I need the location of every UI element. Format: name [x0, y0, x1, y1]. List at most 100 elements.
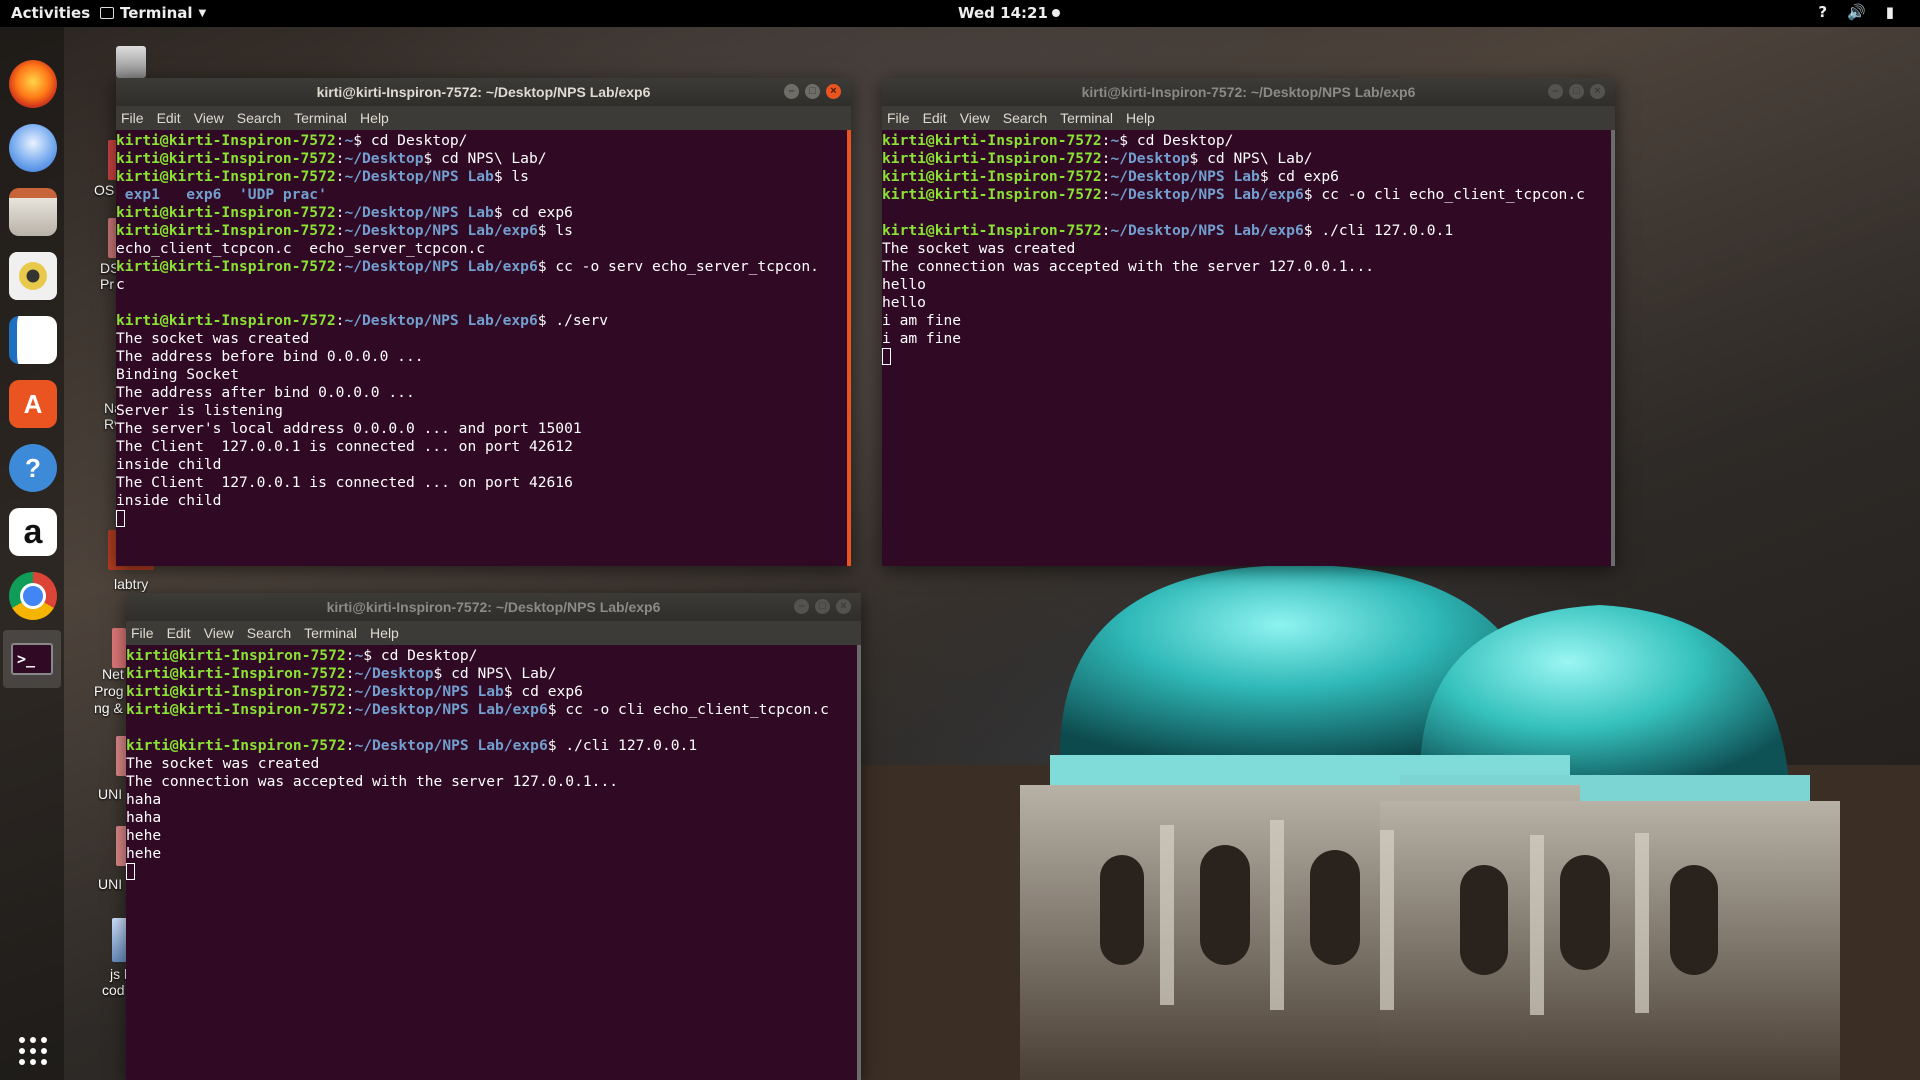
desktop-label-cod[interactable]: cod: [102, 982, 125, 998]
maximize-button[interactable]: □: [805, 84, 820, 99]
menu-edit[interactable]: Edit: [157, 110, 181, 126]
output-text: The connection was accepted with the ser…: [126, 773, 619, 790]
terminal-window-server[interactable]: kirti@kirti-Inspiron-7572: ~/Desktop/NPS…: [116, 78, 851, 566]
battery-icon[interactable]: ▮: [1886, 3, 1894, 21]
menu-edit[interactable]: Edit: [167, 625, 191, 641]
terminal-line: The address before bind 0.0.0.0 ...: [116, 348, 846, 366]
desktop-label-uni2[interactable]: UNI: [98, 876, 122, 892]
system-tray[interactable]: ? 🔊 ▮: [1818, 3, 1894, 21]
desktop-label-labtry[interactable]: labtry: [114, 576, 148, 592]
desktop-label-pr[interactable]: Pr: [100, 276, 114, 292]
terminal-launcher-active[interactable]: >_: [3, 630, 61, 688]
command-text: $ ./serv: [537, 312, 609, 329]
terminal-line: Server is listening: [116, 402, 846, 420]
output-text: haha: [126, 791, 162, 808]
scrollbar[interactable]: [857, 645, 861, 1080]
help-icon[interactable]: ?: [1818, 3, 1827, 21]
terminal-line: The Client 127.0.0.1 is connected ... on…: [116, 438, 846, 456]
desktop-label-ng[interactable]: ng &: [94, 700, 123, 716]
menu-file[interactable]: File: [131, 625, 154, 641]
terminal-line: The Client 127.0.0.1 is connected ... on…: [116, 474, 846, 492]
menu-view[interactable]: View: [194, 110, 224, 126]
menu-terminal[interactable]: Terminal: [304, 625, 357, 641]
command-text: $ ./cli 127.0.0.1: [1303, 222, 1454, 239]
prompt-user: kirti@kirti-Inspiron-7572: [882, 222, 1102, 239]
terminal-line: kirti@kirti-Inspiron-7572:~/Desktop/NPS …: [882, 222, 1610, 240]
menu-search[interactable]: Search: [247, 625, 291, 641]
desktop-label-net[interactable]: Net: [102, 666, 124, 682]
window-titlebar[interactable]: kirti@kirti-Inspiron-7572: ~/Desktop/NPS…: [126, 593, 861, 621]
output-text: hehe: [126, 827, 162, 844]
desktop-label-os[interactable]: OS: [94, 182, 114, 198]
terminal-line: [126, 863, 856, 881]
launcher-dock: A ? a >_: [0, 27, 64, 1080]
app-menu[interactable]: Terminal ▼: [100, 4, 206, 22]
terminal-window-client-1[interactable]: kirti@kirti-Inspiron-7572: ~/Desktop/NPS…: [882, 78, 1615, 566]
menu-terminal[interactable]: Terminal: [1060, 110, 1113, 126]
close-button[interactable]: ×: [1590, 84, 1605, 99]
menu-view[interactable]: View: [204, 625, 234, 641]
maximize-button[interactable]: □: [815, 599, 830, 614]
minimize-button[interactable]: –: [784, 84, 799, 99]
maximize-button[interactable]: □: [1569, 84, 1584, 99]
firefox-icon[interactable]: [9, 60, 57, 108]
menu-help[interactable]: Help: [370, 625, 399, 641]
desktop-label-prog[interactable]: Prog: [94, 683, 124, 699]
activities-button[interactable]: Activities: [11, 4, 90, 22]
prompt-user: kirti@kirti-Inspiron-7572: [126, 683, 346, 700]
prompt-user: kirti@kirti-Inspiron-7572: [116, 168, 336, 185]
menu-terminal[interactable]: Terminal: [294, 110, 347, 126]
scrollbar[interactable]: [1611, 130, 1615, 566]
terminal-line: kirti@kirti-Inspiron-7572:~/Desktop/NPS …: [882, 168, 1610, 186]
terminal-output[interactable]: kirti@kirti-Inspiron-7572:~$ cd Desktop/…: [882, 130, 1610, 566]
prompt-user: kirti@kirti-Inspiron-7572: [882, 168, 1102, 185]
terminal-line: kirti@kirti-Inspiron-7572:~/Desktop/NPS …: [116, 222, 846, 240]
minimize-button[interactable]: –: [1548, 84, 1563, 99]
software-center-icon[interactable]: A: [9, 380, 57, 428]
text-cursor: [882, 348, 891, 365]
files-icon[interactable]: [9, 188, 57, 236]
desktop-label-js[interactable]: js l: [110, 966, 127, 982]
rhythmbox-icon[interactable]: [9, 252, 57, 300]
amazon-icon[interactable]: a: [9, 508, 57, 556]
terminal-output[interactable]: kirti@kirti-Inspiron-7572:~$ cd Desktop/…: [116, 130, 846, 566]
desktop-file-icon[interactable]: [112, 628, 126, 668]
prompt-user: kirti@kirti-Inspiron-7572: [116, 204, 336, 221]
terminal-output[interactable]: kirti@kirti-Inspiron-7572:~$ cd Desktop/…: [126, 645, 856, 1080]
terminal-line: [116, 510, 846, 528]
clock[interactable]: Wed 14:21: [958, 4, 1060, 22]
menu-search[interactable]: Search: [1003, 110, 1047, 126]
chrome-icon[interactable]: [9, 572, 57, 620]
menu-file[interactable]: File: [887, 110, 910, 126]
writer-icon[interactable]: [9, 316, 57, 364]
command-text: $ ls: [537, 222, 573, 239]
help-icon[interactable]: ?: [9, 444, 57, 492]
prompt-path: ~/Desktop: [344, 150, 424, 167]
volume-icon[interactable]: 🔊: [1847, 3, 1866, 21]
desktop-label-uni1[interactable]: UNI: [98, 786, 122, 802]
close-button[interactable]: ×: [826, 84, 841, 99]
terminal-line: The connection was accepted with the ser…: [882, 258, 1610, 276]
menu-help[interactable]: Help: [360, 110, 389, 126]
show-applications-icon[interactable]: [9, 1027, 57, 1075]
menu-help[interactable]: Help: [1126, 110, 1155, 126]
scrollbar[interactable]: [847, 130, 851, 566]
output-text: Binding Socket: [116, 366, 240, 383]
terminal-menubar: File Edit View Search Terminal Help: [116, 106, 851, 130]
window-titlebar[interactable]: kirti@kirti-Inspiron-7572: ~/Desktop/NPS…: [882, 78, 1615, 106]
menu-edit[interactable]: Edit: [923, 110, 947, 126]
thunderbird-icon[interactable]: [9, 124, 57, 172]
window-titlebar[interactable]: kirti@kirti-Inspiron-7572: ~/Desktop/NPS…: [116, 78, 851, 106]
prompt-path: ~/Desktop/NPS Lab: [354, 683, 504, 700]
trash-icon[interactable]: [116, 46, 146, 78]
menu-search[interactable]: Search: [237, 110, 281, 126]
menu-view[interactable]: View: [960, 110, 990, 126]
terminal-line: kirti@kirti-Inspiron-7572:~$ cd Desktop/: [882, 132, 1610, 150]
terminal-window-client-2[interactable]: kirti@kirti-Inspiron-7572: ~/Desktop/NPS…: [126, 593, 861, 1080]
close-button[interactable]: ×: [836, 599, 851, 614]
command-text: $ cd NPS\ Lab/: [1189, 150, 1313, 167]
minimize-button[interactable]: –: [794, 599, 809, 614]
prompt-user: kirti@kirti-Inspiron-7572: [882, 186, 1102, 203]
menu-file[interactable]: File: [121, 110, 144, 126]
